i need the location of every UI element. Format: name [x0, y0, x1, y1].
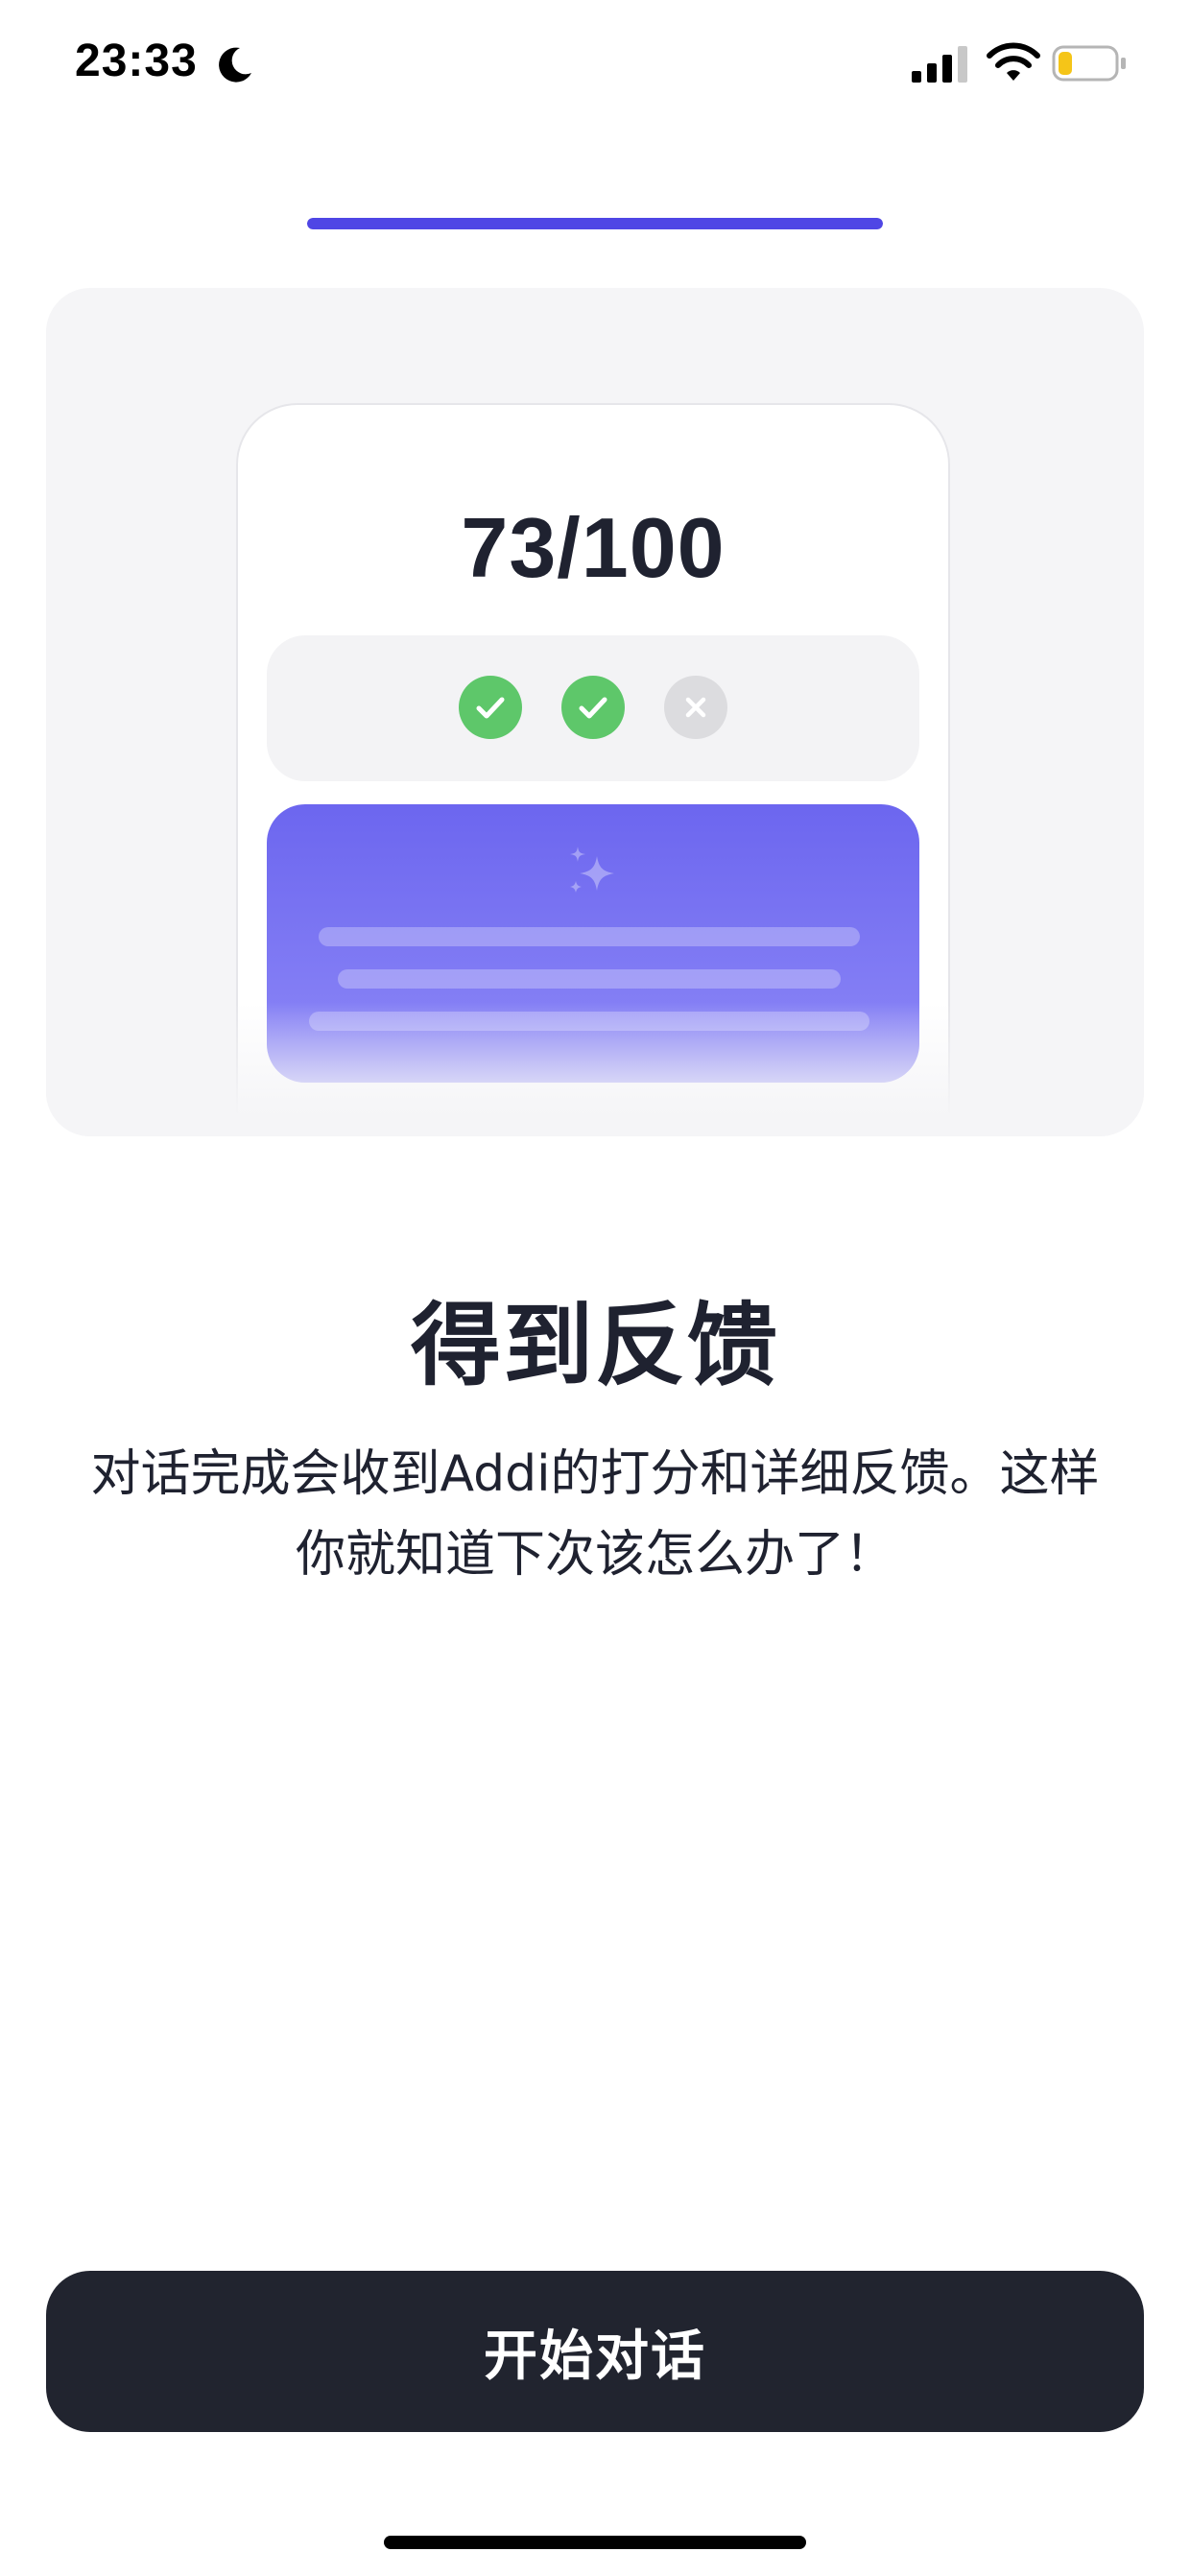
feedback-illustration: 73/100: [46, 288, 1144, 1136]
description-line: 你就知道下次该怎么办了！: [295, 1526, 894, 1584]
status-bar: 23:33: [0, 0, 1190, 134]
start-conversation-button[interactable]: 开始对话: [46, 2271, 1144, 2432]
x-icon: [664, 676, 727, 739]
progress-fill: [307, 218, 883, 229]
check-icon: [561, 676, 625, 739]
score-text: 73/100: [461, 500, 726, 595]
battery-icon: [1052, 45, 1126, 82]
checks-row: [267, 635, 919, 781]
wifi-icon: [987, 42, 1040, 81]
check-icon: [459, 676, 522, 739]
home-indicator: [384, 2536, 806, 2549]
status-time: 23:33: [75, 36, 198, 86]
page-title: 得到反馈: [410, 1294, 779, 1398]
signal-icon: [912, 46, 967, 83]
page-description: 对话完成会收到Addi的打分和详细反馈。这样 你就知道下次该怎么办了！: [38, 1434, 1152, 1595]
feedback-text-placeholder: [319, 927, 860, 946]
feedback-text-placeholder: [338, 969, 841, 989]
sparkle-icon: [570, 847, 614, 893]
description-line: 对话完成会收到Addi的打分和详细反馈。这样: [90, 1445, 1100, 1503]
onboarding-progress-bar: [307, 218, 883, 229]
moon-icon: [219, 47, 251, 83]
illustration-fade: [46, 1002, 1144, 1136]
